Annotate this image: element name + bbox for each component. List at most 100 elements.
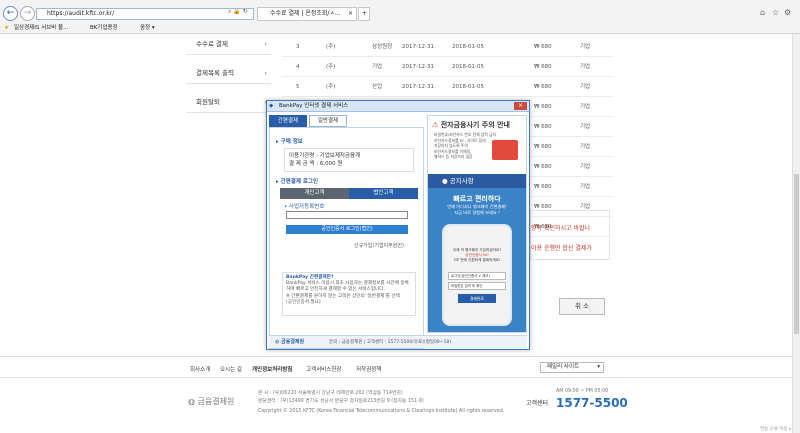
table-cell-name: (주) <box>326 44 336 50</box>
table-cell-amount: ₩ 680 <box>534 44 552 50</box>
sidebar-item-withdraw[interactable]: 회원탈퇴› <box>186 92 271 113</box>
popup-titlebar: ◆ BankPay 인터넷 결제 서비스 × <box>267 101 529 112</box>
signup-link[interactable]: 신규가입(기업이무원인) <box>354 242 404 249</box>
footer-link-copyright[interactable]: 저작권정책 <box>356 365 381 373</box>
table-cell-kind: 기업 <box>580 64 591 70</box>
footer-link-directions[interactable]: 오시는 길 <box>220 365 242 373</box>
warn-title: ⚠ 전자금융사기 주의 안내 <box>432 120 510 130</box>
search-icon[interactable]: ⌕ <box>228 8 231 15</box>
promo-banner[interactable]: 빠르고 편리하다 언제 어디서나 뱅크페이 간편결제! 지금 바로 경험해 보세… <box>428 188 526 332</box>
footer-logo-text: 금융결제원 <box>197 397 235 406</box>
purchase-info-title: ▸ 구매 정보 <box>276 137 303 145</box>
favorite-item-1[interactable]: 일상경제IS 서브바 불... <box>14 23 68 34</box>
footer-link-charter[interactable]: 고객서비스헌장 <box>306 365 341 373</box>
notice-line-2: 이용 운행만 합산 결제가 <box>531 245 592 252</box>
star-icon[interactable]: ☆ <box>772 8 779 17</box>
home-icon[interactable]: ⌂ <box>760 8 765 17</box>
warn-line: 비밀번호/보안카드 번호 전체 입력 금지 <box>434 132 496 137</box>
table-cell-type: 삼성원정 <box>372 44 393 50</box>
cert-login-button[interactable]: 공인인증서 로그인(법인) <box>286 225 408 234</box>
url-text: https://audit.kftc.or.kr/ <box>47 10 115 17</box>
footer-logo: ◍ 금융결제원 <box>188 396 234 407</box>
popup-footer: ◍ 금융결제원 문의 : 금융결제원 | 고객센터 : 1577-5500(유료… <box>269 335 527 348</box>
gear-icon[interactable]: ⚙ <box>784 8 791 17</box>
refresh-icon[interactable]: ↻ <box>243 8 248 15</box>
tab-personal[interactable]: 개인고객 <box>280 188 349 199</box>
person-icon: ● <box>442 177 450 185</box>
sidebar-item-fee-payment[interactable]: 수수료 결제 › <box>186 34 271 55</box>
scrollbar-thumb[interactable] <box>794 174 799 334</box>
table-cell-no: 3 <box>296 44 300 50</box>
table-cell-type: 기업 <box>372 64 383 70</box>
phone-step-2: 비밀번호 입력 후 확인 <box>448 282 506 290</box>
table-cell-date2: 2018-01-05 <box>452 64 484 70</box>
biz-number-label-text: 사업자등록번호 <box>289 204 325 210</box>
sidebar-item-label: 결제목록 출력 <box>196 69 234 77</box>
chevron-right-icon: › <box>264 40 267 48</box>
favorite-item-2[interactable]: BK기업용정 <box>90 23 118 34</box>
phone-text: 이제 막 뱅크페이 가입하셨어요? 공인인증서 NO 2초 만에 간편하게 결제… <box>447 248 507 263</box>
customer-center-phone: 1577-5500 <box>556 396 628 410</box>
phone-pay-button: 결제완료 <box>458 294 496 303</box>
table-cell-amount: ₩ 680 <box>534 144 552 150</box>
bankpay-popup: ◆ BankPay 인터넷 결제 서비스 × 간편결제 일반결제 ▸ 구매 정보… <box>266 100 530 350</box>
table-row: 5 (주) 산업 2017-12-31 2018-01-05 ₩ 680 기업 <box>282 77 612 97</box>
customer-center-hours: AM 09:00 ~ PM 05:00 <box>556 389 609 394</box>
footer-link-about[interactable]: 회사소개 <box>190 365 210 373</box>
table-cell-type: 산업 <box>372 84 383 90</box>
login-title: ▸ 간편결제 로그인 <box>276 177 318 185</box>
forward-icon[interactable]: → <box>20 6 35 21</box>
sidebar-item-label: 수수료 결제 <box>196 40 228 48</box>
kftc-logo-icon: ◍ <box>188 397 195 406</box>
chevron-down-icon: ▾ <box>597 364 600 370</box>
copyright-text: Copyright © 2015 KFTC (Korea Financial T… <box>258 409 505 414</box>
table-cell-kind: 기업 <box>580 104 591 110</box>
notice-header[interactable]: ● 공지사항 <box>428 174 526 188</box>
notice-title: 공지사항 <box>449 177 474 185</box>
info-text-2: ※ 간편결제를 원하지 않는 고객은 상단의 '일반결제'를 선택 <box>286 293 400 299</box>
table-cell-amount: ₩ 680 <box>534 124 552 130</box>
table-cell-date1: 2017-12-31 <box>402 44 434 50</box>
favorite-item-3[interactable]: 웅정 ▾ <box>140 23 155 34</box>
phone-step-1: 로그인(공인인증서 ✔ 체크) <box>448 272 506 280</box>
phone-two-sec: 2초 만에 간편하게 결제하세요! <box>453 258 501 262</box>
tab-corporate[interactable]: 법인고객 <box>349 188 418 199</box>
close-tab-icon[interactable]: × <box>348 8 353 20</box>
table-cell-amount: ₩ 680 <box>534 164 552 170</box>
cancel-button[interactable]: 취 소 <box>559 298 605 315</box>
family-site-select[interactable]: 패밀리 사이트 ▾ <box>540 362 604 373</box>
address-bundang: 분당센터 : (우)13490 경기도 성남시 분당구 정자일로213번길 9 … <box>258 399 424 404</box>
purchase-info-title-text: 구매 정보 <box>280 139 303 145</box>
popup-footer-logo-text: 금융결제원 <box>281 339 305 345</box>
browser-chrome: ← → https://audit.kftc.or.kr/ ⌕ 🔒 ↻ 수수료 … <box>0 0 800 34</box>
tab-general-pay[interactable]: 일반결제 <box>309 115 347 127</box>
table-cell-kind: 기업 <box>580 44 591 50</box>
popup-right-panel: ⚠ 전자금융사기 주의 안내 비밀번호/보안카드 번호 전체 입력 금지 보안카… <box>427 115 527 333</box>
popup-footer-logo: ◍ 금융결제원 <box>275 336 304 349</box>
browser-tab-active[interactable]: 수수료 결제 | 온정조회/ㅅ... × <box>257 7 357 21</box>
new-tab-button[interactable]: + <box>358 7 370 21</box>
table-cell-date2: 2018-01-05 <box>452 44 484 50</box>
back-icon[interactable]: ← <box>3 6 18 21</box>
table-row: 3 (주) 삼성원정 2017-12-31 2018-01-05 ₩ 680 기업 <box>282 37 612 57</box>
purchase-info-box: 이용기관명 : 기업보제저금융계 결 제 금 액 : 6,000 원 <box>284 148 414 172</box>
footer-link-privacy[interactable]: 개인정보처리방침 <box>252 365 292 373</box>
table-cell-kind: 기업 <box>580 124 591 130</box>
notice-line-1: 항목 확인하시고 바랍니 <box>531 225 591 232</box>
pay-amount-label: 결 제 금 액 : 6,000 원 <box>289 161 343 167</box>
address-bar[interactable]: https://audit.kftc.or.kr/ <box>36 8 254 20</box>
promo-sub-2: 지금 바로 경험해 보세요 ! <box>454 210 500 215</box>
table-cell-date1: 2017-12-31 <box>402 64 434 70</box>
warn-line: 웹하드 등 저장하지 않음 <box>434 154 473 159</box>
table-cell-no: 5 <box>296 84 300 90</box>
table-cell-kind: 기업 <box>580 184 591 190</box>
info-text: BankPay 서비스 이용시 최초 사용하는 결제정보를 사전에 등록하여 빠… <box>286 281 409 293</box>
page-scrollbar[interactable] <box>792 34 800 433</box>
biz-number-input[interactable] <box>286 211 408 219</box>
popup-close-button[interactable]: × <box>514 102 527 110</box>
sidebar-item-print-list[interactable]: 결제목록 출력 › <box>186 63 271 84</box>
tab-simple-pay[interactable]: 간편결제 <box>269 115 307 127</box>
table-cell-amount: ₩ 680 <box>534 184 552 190</box>
lock-icon[interactable]: 🔒 <box>233 8 240 15</box>
table-cell-name: (주) <box>326 64 336 70</box>
